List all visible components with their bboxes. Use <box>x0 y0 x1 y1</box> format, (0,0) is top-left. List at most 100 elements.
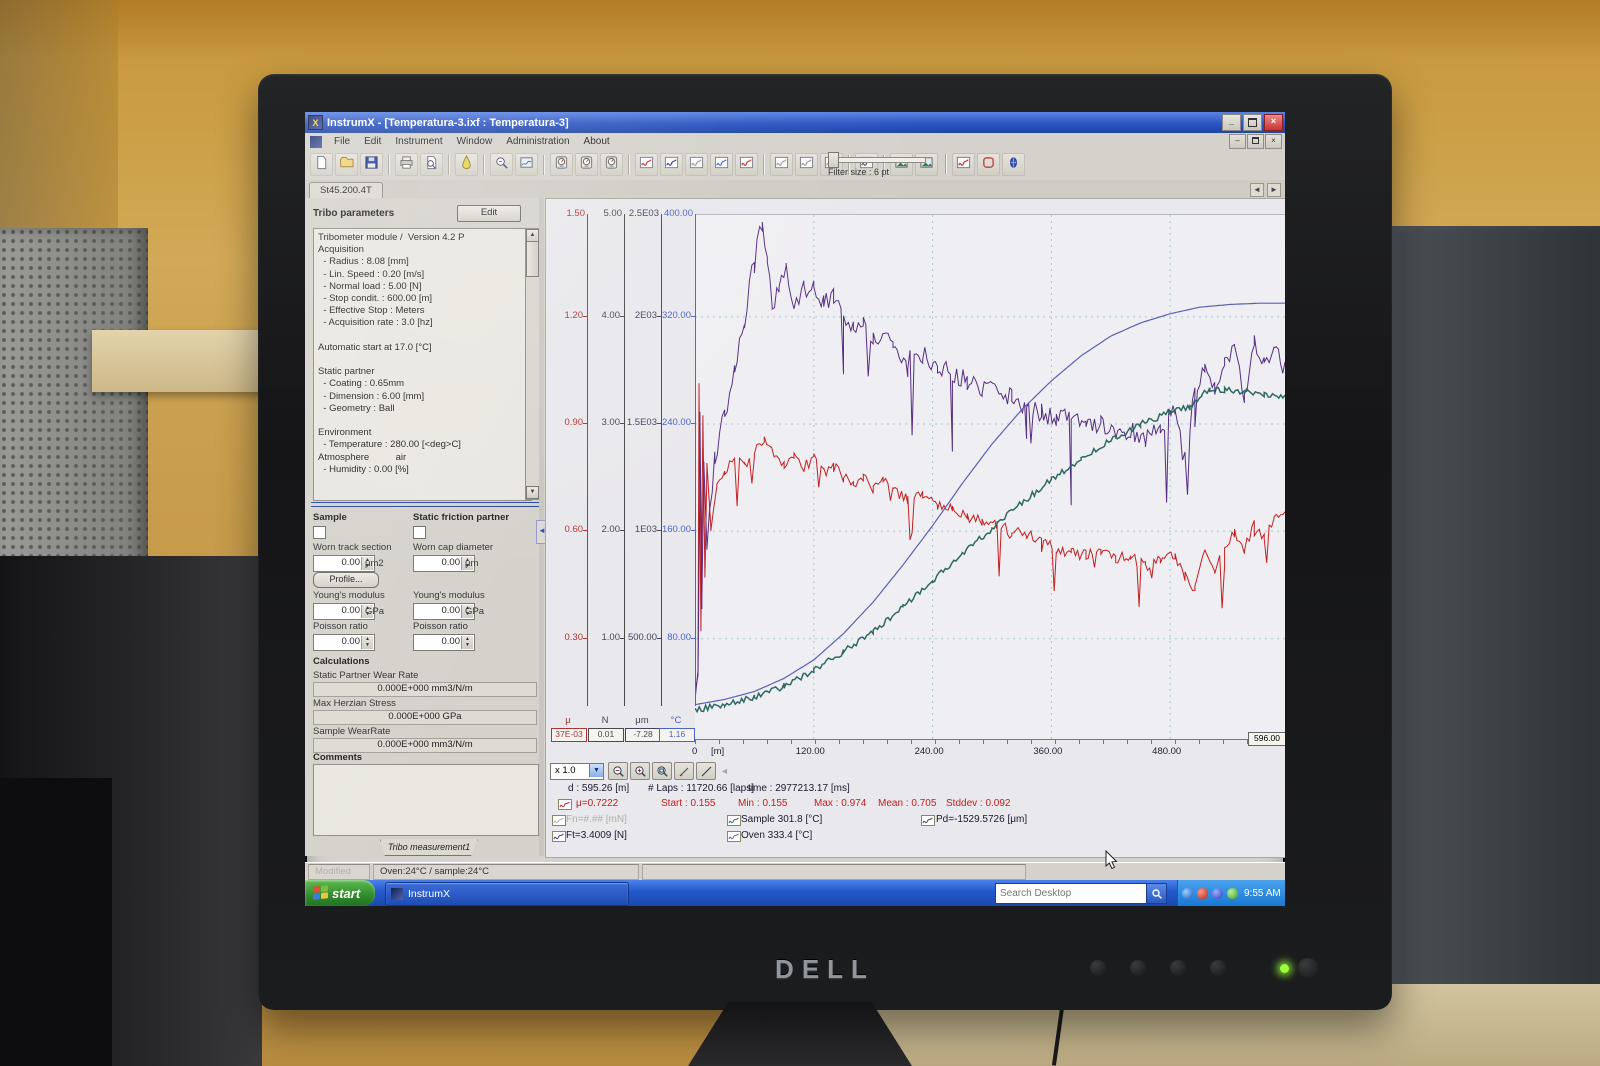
signal-red-button[interactable] <box>952 153 975 176</box>
fn-value: Fn=#.## [mN] <box>566 814 627 825</box>
mu-mean: Mean : 0.705 <box>878 798 936 809</box>
monitor-menu-button[interactable] <box>1090 960 1106 976</box>
profile-button[interactable]: Profile... <box>313 572 379 588</box>
y-axis-min-box: 37E-03 <box>551 728 587 742</box>
print-button[interactable] <box>395 153 418 176</box>
search-icon[interactable] <box>1146 883 1167 904</box>
monitor-minus-button[interactable] <box>1170 960 1186 976</box>
zoom-level-select[interactable]: x 1.0▼ <box>550 763 604 780</box>
curve-grey-icon <box>689 155 704 175</box>
new-file-button[interactable] <box>310 153 333 176</box>
probe-icon <box>1006 155 1021 175</box>
open-file-button[interactable] <box>335 153 358 176</box>
close-button[interactable]: × <box>1264 114 1283 131</box>
tab-scroll-right-icon[interactable]: ► <box>1267 183 1281 197</box>
menu-item-about[interactable]: About <box>577 135 617 148</box>
oven-curve-icon[interactable] <box>727 831 741 842</box>
zoom-in-button[interactable] <box>630 762 650 780</box>
curve-red-button[interactable] <box>635 153 658 176</box>
filter-slider-track[interactable] <box>828 157 926 163</box>
menu-item-window[interactable]: Window <box>450 135 500 148</box>
child-restore-button[interactable] <box>1247 134 1264 149</box>
minimize-button[interactable]: _ <box>1222 114 1241 131</box>
power-button[interactable] <box>1298 958 1318 978</box>
tab-scroll-left-icon[interactable]: ◄ <box>1250 183 1264 197</box>
partner-poisson-label: Poisson ratio <box>413 621 468 632</box>
chevron-left-icon[interactable]: ◄ <box>720 766 729 776</box>
stop-shape-button[interactable] <box>977 153 1000 176</box>
curve-red-icon <box>639 155 654 175</box>
restore-button[interactable] <box>1243 114 1262 131</box>
save-button[interactable] <box>360 153 383 176</box>
zoom-tool-button[interactable] <box>490 153 513 176</box>
start-button[interactable]: start <box>305 880 375 906</box>
tray-back-arrow-icon[interactable] <box>1182 888 1193 899</box>
probe-button[interactable] <box>1002 153 1025 176</box>
search-input[interactable] <box>996 884 1154 903</box>
calc-label-2: Max Herzian Stress <box>313 698 396 709</box>
gauge-1-icon <box>554 155 569 175</box>
chevron-down-icon[interactable]: ▼ <box>589 764 603 777</box>
fn-curve-icon[interactable] <box>552 815 566 826</box>
tray-red-status-icon[interactable] <box>1197 888 1208 899</box>
ft-curve-icon[interactable] <box>552 831 566 842</box>
curve-red2-button[interactable] <box>735 153 758 176</box>
marker-pen-button[interactable] <box>674 762 694 780</box>
y-axis-tick-label: 0.30 <box>547 632 583 643</box>
panel-splitter[interactable]: ◄ <box>539 198 544 856</box>
curve-a-button[interactable] <box>770 153 793 176</box>
menu-item-file[interactable]: File <box>327 135 357 148</box>
tab-st45-200-4t[interactable]: St45.200.4T <box>309 182 383 198</box>
sample-temp-value: Sample 301.8 [°C] <box>741 814 822 825</box>
calibration-drop-button[interactable] <box>455 153 478 176</box>
curve-grey-button[interactable] <box>685 153 708 176</box>
menu-item-edit[interactable]: Edit <box>357 135 388 148</box>
monitor-plus-button[interactable] <box>1210 960 1226 976</box>
parameters-scrollbar[interactable]: ▲ ▼ <box>525 228 540 500</box>
tray-blue-status-icon[interactable] <box>1212 888 1223 899</box>
zoom-out-button[interactable] <box>608 762 628 780</box>
menu-item-administration[interactable]: Administration <box>499 135 576 148</box>
child-close-button[interactable]: × <box>1265 134 1282 149</box>
sample-poisson-input[interactable]: 0.00▲▼ <box>313 634 375 651</box>
chart-panel-button[interactable] <box>515 153 538 176</box>
curve-blue-button[interactable] <box>710 153 733 176</box>
monitor-brightness-button[interactable] <box>1130 960 1146 976</box>
line-tool-button[interactable] <box>696 762 716 780</box>
curve-b-button[interactable] <box>795 153 818 176</box>
print-preview-button[interactable] <box>420 153 443 176</box>
parameter-line <box>318 415 530 427</box>
series-mu <box>695 383 1285 692</box>
time-value: time : 2977213.17 [ms] <box>748 783 850 794</box>
scroll-thumb[interactable] <box>526 241 539 277</box>
filter-slider-thumb[interactable] <box>828 152 839 168</box>
clock[interactable]: 9:55 AM <box>1244 888 1281 899</box>
taskbar-item-instrumx[interactable]: InstrumX <box>385 882 629 906</box>
menu-item-instrument[interactable]: Instrument <box>388 135 449 148</box>
edit-button[interactable]: Edit <box>457 205 521 222</box>
partner-poisson-input[interactable]: 0.00▲▼ <box>413 634 475 651</box>
child-minimize-button[interactable]: – <box>1229 134 1246 149</box>
gauge-2-button[interactable] <box>575 153 598 176</box>
divider <box>311 502 539 507</box>
tab-tribo-measurement1[interactable]: Tribo measurement1 <box>380 839 478 856</box>
spinner[interactable]: ▲▼ <box>361 636 373 649</box>
gauge-1-button[interactable] <box>550 153 573 176</box>
parameter-line: - Dimension : 6.00 [mm] <box>318 391 530 403</box>
spinner[interactable]: ▲▼ <box>461 636 473 649</box>
partner-checkbox[interactable] <box>413 526 426 539</box>
y-axis-tick-label: 2E03 <box>621 310 657 321</box>
gauge-3-button[interactable] <box>600 153 623 176</box>
x-axis-tick-label: 120.00 <box>796 746 825 757</box>
search-desktop-box[interactable] <box>995 883 1147 904</box>
sample-curve-icon[interactable] <box>727 815 741 826</box>
chart-plot[interactable] <box>695 214 1285 740</box>
sample-checkbox[interactable] <box>313 526 326 539</box>
zoom-window-button[interactable] <box>652 762 672 780</box>
scroll-down-icon[interactable]: ▼ <box>526 486 539 499</box>
pd-curve-icon[interactable] <box>921 815 935 826</box>
divider <box>945 154 947 174</box>
tray-green-status-icon[interactable] <box>1227 888 1238 899</box>
curve-navy-button[interactable] <box>660 153 683 176</box>
comments-box[interactable] <box>313 764 539 836</box>
